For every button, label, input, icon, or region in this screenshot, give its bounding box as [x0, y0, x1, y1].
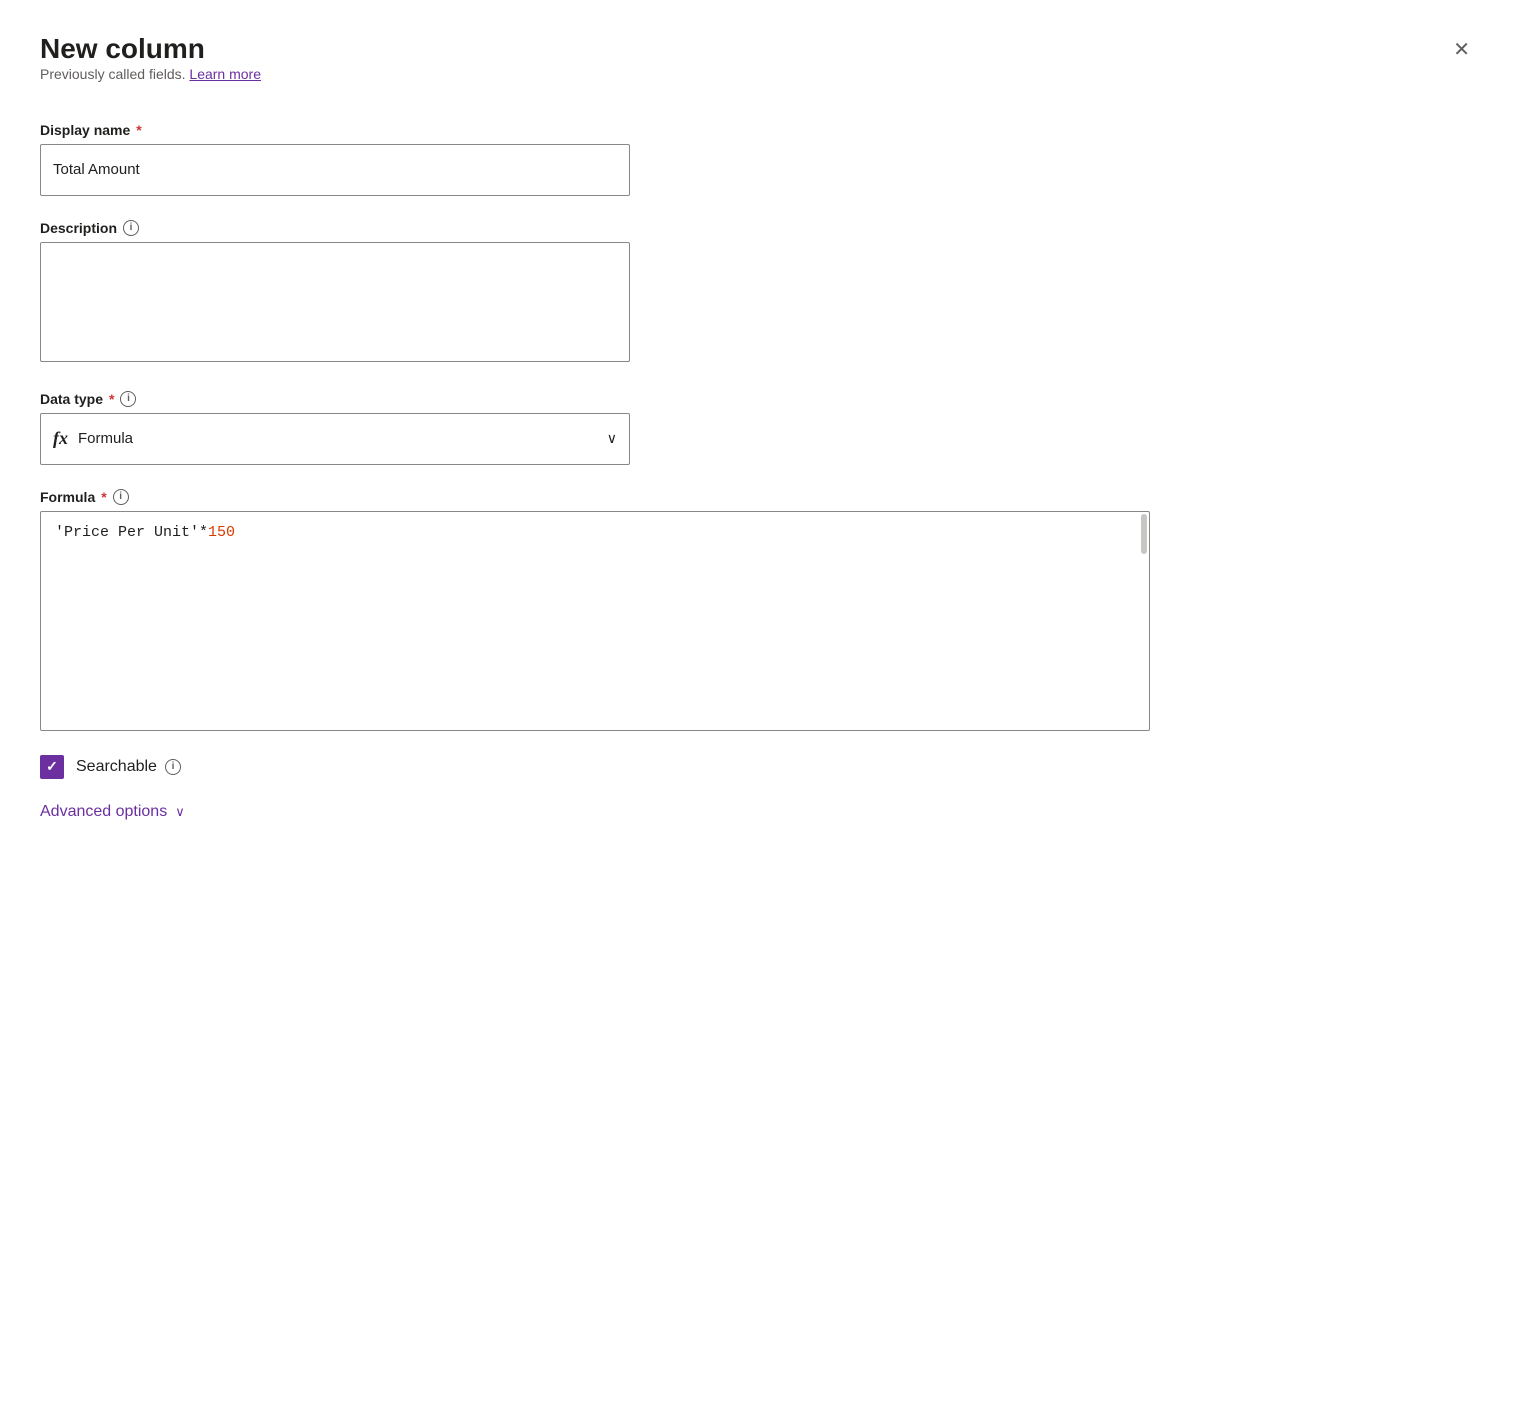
formula-scrollbar[interactable] — [1141, 514, 1147, 554]
panel-title-area: New column Previously called fields. Lea… — [40, 32, 261, 114]
formula-string-part: 'Price Per Unit' — [55, 524, 199, 541]
advanced-options-label: Advanced options — [40, 803, 167, 821]
searchable-checkbox[interactable]: ✓ — [40, 755, 64, 779]
formula-group: Formula * i 'Price Per Unit' * 150 — [40, 489, 1474, 731]
advanced-options-chevron-icon: ∨ — [175, 804, 185, 820]
data-type-chevron-icon: ∨ — [607, 430, 617, 447]
checkmark-icon: ✓ — [46, 758, 58, 775]
panel-header: New column Previously called fields. Lea… — [40, 32, 1474, 114]
formula-editor[interactable]: 'Price Per Unit' * 150 — [40, 511, 1150, 731]
formula-number-part: 150 — [208, 524, 235, 541]
display-name-label: Display name * — [40, 122, 1474, 138]
panel-subtitle: Previously called fields. Learn more — [40, 66, 261, 82]
description-textarea[interactable] — [40, 242, 630, 362]
formula-required-star: * — [101, 489, 106, 505]
new-column-panel: New column Previously called fields. Lea… — [0, 0, 1514, 1412]
close-icon: ✕ — [1453, 40, 1470, 60]
advanced-options-row[interactable]: Advanced options ∨ — [40, 803, 1474, 821]
data-type-select[interactable]: fx Formula ∨ — [40, 413, 630, 465]
searchable-label: Searchable i — [76, 758, 181, 776]
data-type-group: Data type * i fx Formula ∨ — [40, 391, 1474, 465]
display-name-group: Display name * — [40, 122, 1474, 196]
formula-label: Formula * i — [40, 489, 1474, 505]
subtitle-text: Previously called fields. — [40, 66, 186, 82]
learn-more-link[interactable]: Learn more — [189, 66, 261, 82]
searchable-info-icon[interactable]: i — [165, 759, 181, 775]
description-group: Description i — [40, 220, 1474, 367]
description-label: Description i — [40, 220, 1474, 236]
data-type-value: Formula — [78, 430, 607, 447]
formula-operator-part: * — [199, 524, 208, 541]
close-button[interactable]: ✕ — [1449, 36, 1474, 64]
panel-title: New column — [40, 32, 261, 66]
formula-info-icon[interactable]: i — [113, 489, 129, 505]
data-type-info-icon[interactable]: i — [120, 391, 136, 407]
formula-icon: fx — [53, 428, 68, 449]
searchable-row: ✓ Searchable i — [40, 755, 1474, 779]
data-type-required-star: * — [109, 391, 114, 407]
data-type-label: Data type * i — [40, 391, 1474, 407]
required-star: * — [136, 122, 141, 138]
description-info-icon[interactable]: i — [123, 220, 139, 236]
formula-content: 'Price Per Unit' * 150 — [55, 524, 1135, 541]
display-name-input[interactable] — [40, 144, 630, 196]
